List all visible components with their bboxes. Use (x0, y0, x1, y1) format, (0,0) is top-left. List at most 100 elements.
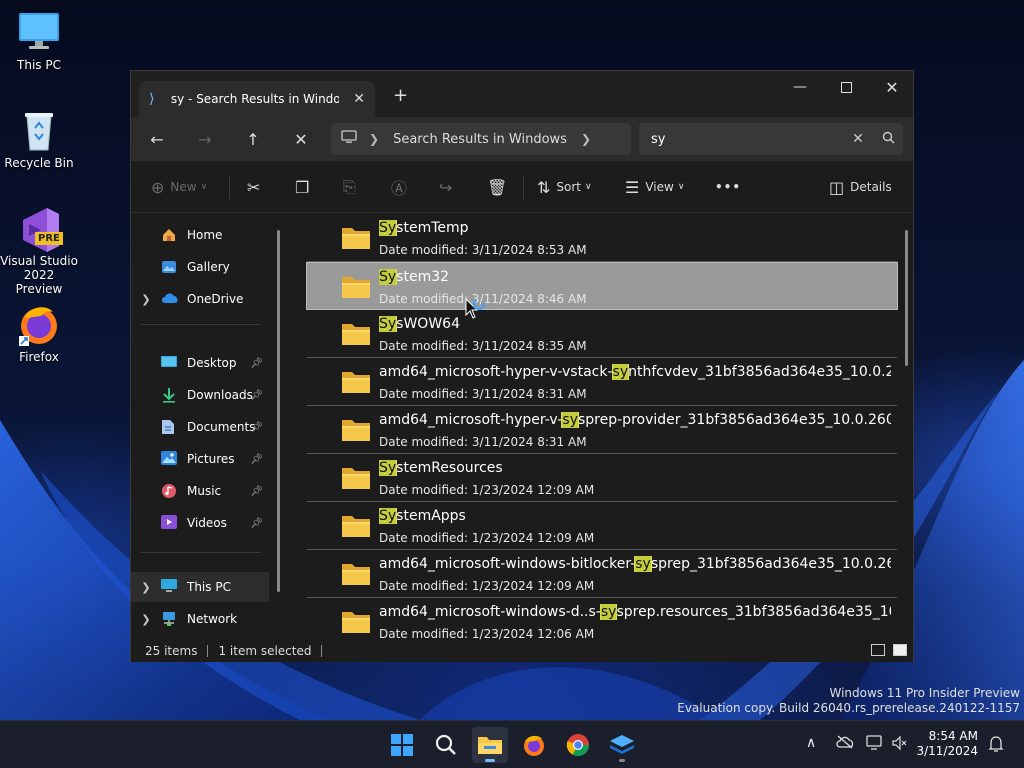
file-name: amd64_microsoft-hyper-v-sysprep-provider… (379, 412, 891, 428)
pin-icon: 📌︎ (250, 357, 263, 369)
folder-icon (341, 418, 371, 442)
volume-muted-icon[interactable] (892, 735, 908, 755)
folder-icon (341, 275, 371, 299)
back-button[interactable]: ← (142, 125, 172, 153)
chevron-right-icon[interactable]: ❯ (131, 613, 161, 626)
desktop-icon-firefox[interactable]: Firefox (0, 302, 78, 364)
taskbar-layers-app[interactable] (604, 727, 640, 763)
file-list-item[interactable]: amd64_microsoft-windows-d..s-sysprep.res… (307, 598, 897, 640)
music-icon (161, 483, 179, 499)
delete-button[interactable]: 🗑︎ (487, 173, 513, 201)
file-name-suffix: stemTemp (396, 220, 469, 236)
folder-icon (341, 514, 371, 538)
desktop-icon-recycle-bin[interactable]: Recycle Bin (0, 108, 78, 170)
sidebar-item-network[interactable]: ❯ Network (131, 604, 269, 634)
file-list-item[interactable]: SystemResources Date modified: 1/23/2024 … (307, 454, 897, 502)
file-list: SystemTemp Date modified: 3/11/2024 8:53 … (291, 214, 913, 640)
title-bar: ⟩ sy - Search Results in Windows ✕ + — ✕ (131, 71, 913, 117)
pictures-icon (161, 451, 179, 467)
search-box[interactable]: sy ✕ (639, 123, 903, 155)
file-list-item[interactable]: System32 Date modified: 3/11/2024 8:46 AM (306, 262, 898, 310)
up-button[interactable]: ↑ (238, 125, 268, 153)
copy-button[interactable]: ❐ (295, 173, 315, 201)
address-bar[interactable]: ❯ Search Results in Windows ❯ (331, 123, 631, 155)
desktop-icon-this-pc[interactable]: This PC (0, 10, 78, 72)
chevron-right-icon[interactable]: ❯ (131, 293, 161, 306)
file-list-item[interactable]: SystemApps Date modified: 1/23/2024 12:09… (307, 502, 897, 550)
file-name: SystemTemp (379, 220, 891, 236)
documents-icon (161, 419, 179, 435)
share-button[interactable]: ↪ (439, 173, 458, 201)
paste-button[interactable]: ⎘ (343, 173, 362, 201)
breadcrumb-chevron-icon[interactable]: ❯ (581, 132, 591, 146)
scissors-icon: ✂ (247, 177, 261, 197)
file-list-item[interactable]: SysWOW64 Date modified: 3/11/2024 8:35 AM (307, 310, 897, 358)
forward-button[interactable]: → (190, 125, 220, 153)
sidebar-item-documents[interactable]: Documents 📌︎ (131, 412, 269, 442)
stop-loading-button[interactable]: ✕ (286, 125, 316, 153)
taskbar-chrome[interactable] (560, 727, 596, 763)
new-button[interactable]: ⊕ New ∨ (151, 173, 207, 201)
large-icons-view-icon[interactable] (893, 644, 907, 656)
breadcrumb-search-results[interactable]: Search Results in Windows (393, 132, 567, 147)
details-pane-button[interactable]: ◫ Details (829, 173, 892, 201)
sidebar-item-downloads[interactable]: Downloads 📌︎ (131, 380, 269, 410)
sidebar-item-home[interactable]: Home (131, 220, 269, 250)
list-view-icon: ☰ (625, 177, 640, 197)
command-bar: ⊕ New ∨ ✂ ❐ ⎘ Ⓐ ↪ 🗑︎ ⇅ Sort ∨ ☰ View ∨ •… (131, 161, 913, 213)
file-name-prefix: amd64_microsoft-hyper-v- (379, 412, 563, 428)
folder-icon (341, 466, 371, 490)
file-name-suffix: stemApps (396, 508, 466, 524)
network-status-icon[interactable] (866, 735, 884, 755)
tab-search-results[interactable]: ⟩ sy - Search Results in Windows ✕ (139, 81, 375, 117)
clear-search-icon[interactable]: ✕ (843, 131, 873, 147)
onedrive-offline-icon[interactable] (836, 735, 854, 753)
view-button[interactable]: ☰ View ∨ (625, 173, 684, 201)
share-icon: ↪ (439, 177, 453, 197)
cut-button[interactable]: ✂ (247, 173, 266, 201)
show-hidden-icons-chevron-icon[interactable]: ∧ (806, 735, 816, 751)
sidebar-item-this-pc[interactable]: ❯ This PC (131, 572, 269, 602)
file-list-item[interactable]: amd64_microsoft-hyper-v-vstack-synthfcvd… (307, 358, 897, 406)
taskbar-firefox[interactable] (516, 727, 552, 763)
close-button[interactable]: ✕ (869, 71, 915, 103)
sidebar-item-music[interactable]: Music 📌︎ (131, 476, 269, 506)
details-view-icon[interactable] (871, 644, 885, 656)
taskbar-file-explorer[interactable] (472, 727, 508, 763)
file-name-suffix: stemResources (396, 460, 503, 476)
notifications-bell-icon[interactable] (988, 735, 1004, 757)
sort-button[interactable]: ⇅ Sort ∨ (537, 173, 592, 201)
chevron-right-icon[interactable]: ❯ (131, 581, 161, 594)
taskbar-search-button[interactable] (428, 727, 464, 763)
minimize-button[interactable]: — (777, 71, 823, 103)
firefox-icon (17, 302, 61, 346)
date-modified: Date modified: 1/23/2024 12:09 AM (379, 483, 595, 497)
tab-close-icon[interactable]: ✕ (353, 91, 365, 107)
sidebar-item-videos[interactable]: Videos 📌︎ (131, 508, 269, 538)
sidebar-item-gallery[interactable]: Gallery (131, 252, 269, 282)
file-list-item[interactable]: amd64_microsoft-windows-bitlocker-syspre… (307, 550, 897, 598)
desktop-icon-visual-studio[interactable]: PRE Visual Studio 2022 Preview (0, 206, 78, 296)
mouse-cursor (465, 297, 491, 325)
chrome-icon (566, 734, 589, 756)
more-options-button[interactable]: ••• (715, 173, 741, 201)
file-list-item[interactable]: SystemTemp Date modified: 3/11/2024 8:53 … (307, 214, 897, 262)
file-list-scrollbar[interactable] (905, 230, 908, 366)
sidebar-item-pictures[interactable]: Pictures 📌︎ (131, 444, 269, 474)
rename-button[interactable]: Ⓐ (391, 173, 413, 201)
system-clock[interactable]: 8:54 AM 3/11/2024 (912, 729, 978, 759)
date-modified: Date modified: 3/11/2024 8:35 AM (379, 339, 587, 353)
maximize-button[interactable] (823, 71, 869, 103)
sidebar-scrollbar[interactable] (277, 230, 280, 592)
start-button[interactable] (384, 727, 420, 763)
new-tab-button[interactable]: + (393, 85, 408, 106)
add-icon: ⊕ (151, 177, 165, 197)
file-name: amd64_microsoft-hyper-v-vstack-synthfcvd… (379, 364, 891, 380)
chevron-down-icon: ∨ (677, 182, 685, 192)
sidebar-item-onedrive[interactable]: ❯ OneDrive (131, 284, 269, 314)
search-input[interactable]: sy (651, 132, 843, 147)
monitor-icon (341, 130, 357, 148)
file-list-item[interactable]: amd64_microsoft-hyper-v-sysprep-provider… (307, 406, 897, 454)
sidebar-item-desktop[interactable]: Desktop 📌︎ (131, 348, 269, 378)
search-icon[interactable] (873, 131, 903, 148)
